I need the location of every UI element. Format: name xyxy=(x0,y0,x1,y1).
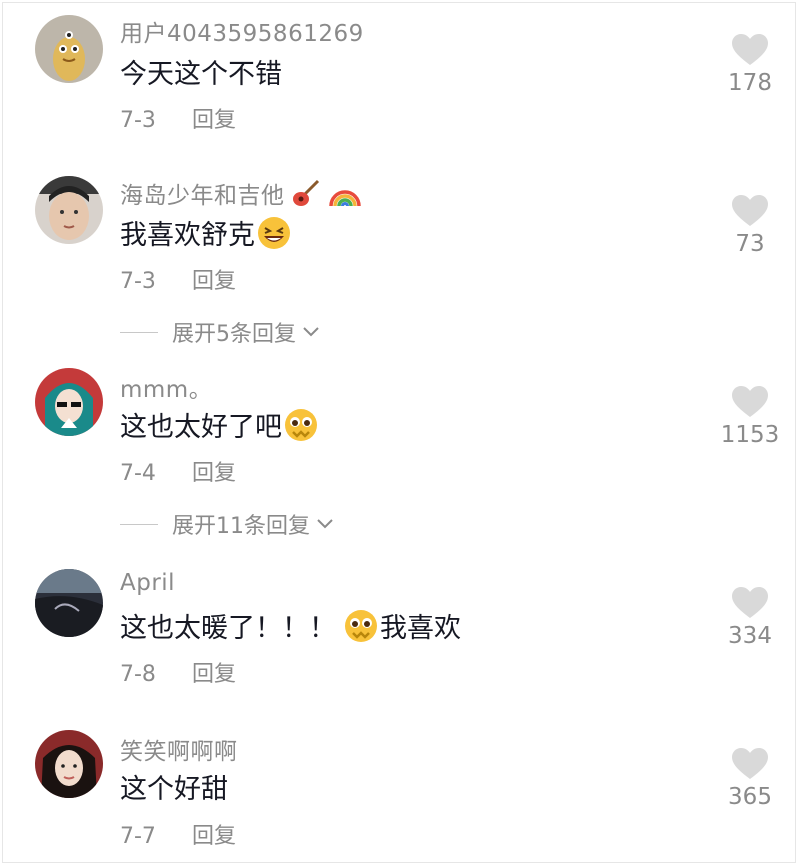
comment-username-text: 海岛少年和吉他 xyxy=(120,183,285,209)
like-button[interactable]: 178 xyxy=(715,34,785,96)
divider-line xyxy=(120,523,158,525)
comment-text-body: 这个好甜 xyxy=(120,774,228,805)
comment-meta: 7-3 回复 xyxy=(120,102,236,134)
comment-text: 这个好甜 xyxy=(120,767,228,806)
guitar-emoji-icon xyxy=(291,178,321,208)
comment-text: 这也太好了吧 xyxy=(120,405,320,444)
comment-text: 这也太暖了！！！ 我喜欢 xyxy=(120,606,461,645)
comment-date: 7-3 xyxy=(120,269,156,294)
comment-username[interactable]: 笑笑啊啊啊 xyxy=(120,732,238,766)
comment-username[interactable]: 海岛少年和吉他 xyxy=(120,176,363,210)
comment-meta: 7-8 回复 xyxy=(120,656,236,688)
like-button[interactable]: 1153 xyxy=(715,386,785,448)
comment-date: 7-4 xyxy=(120,461,156,486)
comment-text-body: 我喜欢舒克 xyxy=(120,220,255,251)
comment-text-tail: 我喜欢 xyxy=(380,613,461,644)
expand-replies-button[interactable]: 展开11条回复 xyxy=(120,508,334,540)
reply-button[interactable]: 回复 xyxy=(192,269,236,294)
avatar[interactable] xyxy=(35,730,103,798)
reply-button[interactable]: 回复 xyxy=(192,108,236,133)
comment-date: 7-3 xyxy=(120,108,156,133)
comment-text-body: 这也太好了吧 xyxy=(120,412,282,443)
expand-replies-label: 展开11条回复 xyxy=(172,514,310,539)
comment-text-body: 今天这个不错 xyxy=(120,59,282,90)
expand-replies-button[interactable]: 展开5条回复 xyxy=(120,316,320,348)
comment-meta: 7-7 回复 xyxy=(120,818,236,850)
like-count: 365 xyxy=(728,784,772,810)
like-button[interactable]: 365 xyxy=(715,748,785,810)
reply-button[interactable]: 回复 xyxy=(192,662,236,687)
comment-text: 我喜欢舒克 xyxy=(120,213,293,252)
like-count: 334 xyxy=(728,623,772,649)
chevron-down-icon xyxy=(303,327,319,337)
like-count: 73 xyxy=(735,231,765,257)
comment-username[interactable]: 用户4043595861269 xyxy=(120,14,364,48)
reply-button[interactable]: 回复 xyxy=(192,461,236,486)
like-button[interactable]: 73 xyxy=(715,195,785,257)
reply-button[interactable]: 回复 xyxy=(192,824,236,849)
pleading-emoji-icon xyxy=(344,609,378,643)
comment-date: 7-8 xyxy=(120,662,156,687)
heart-icon[interactable] xyxy=(732,34,768,66)
avatar[interactable] xyxy=(35,569,103,637)
divider-line xyxy=(120,331,158,333)
heart-icon[interactable] xyxy=(732,748,768,780)
comment-username[interactable]: mmm。 xyxy=(120,370,212,404)
comment-date: 7-7 xyxy=(120,824,156,849)
avatar[interactable] xyxy=(35,176,103,244)
like-button[interactable]: 334 xyxy=(715,587,785,649)
laughing-emoji-icon xyxy=(257,216,291,250)
comment-meta: 7-3 回复 xyxy=(120,263,236,295)
pleading-emoji-icon xyxy=(284,408,318,442)
heart-icon[interactable] xyxy=(732,386,768,418)
rainbow-emoji-icon xyxy=(328,178,361,208)
comment-username[interactable]: April xyxy=(120,570,175,596)
like-count: 1153 xyxy=(720,422,780,448)
avatar[interactable] xyxy=(35,15,103,83)
comment-meta: 7-4 回复 xyxy=(120,455,236,487)
chevron-down-icon xyxy=(317,519,333,529)
heart-icon[interactable] xyxy=(732,195,768,227)
comment-text-body: 这也太暖了！！！ xyxy=(120,613,336,644)
heart-icon[interactable] xyxy=(732,587,768,619)
comment-text: 今天这个不错 xyxy=(120,52,282,91)
avatar[interactable] xyxy=(35,368,103,436)
like-count: 178 xyxy=(728,70,772,96)
expand-replies-label: 展开5条回复 xyxy=(172,322,296,347)
